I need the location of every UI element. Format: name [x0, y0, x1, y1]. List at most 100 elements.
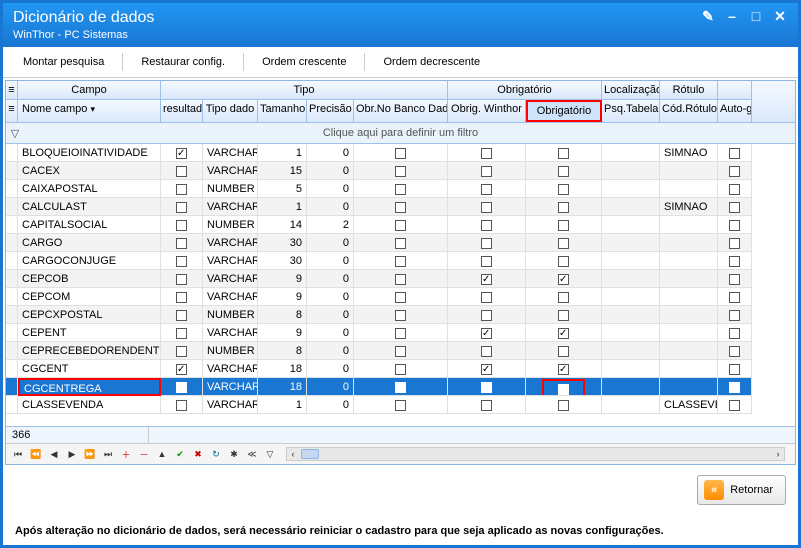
cell[interactable] [354, 378, 448, 396]
cell[interactable] [718, 396, 752, 414]
cell[interactable]: 14 [258, 216, 307, 234]
table-row[interactable]: CGCENTVARCHAR180 [6, 360, 795, 378]
cell[interactable]: CACEX [18, 162, 161, 180]
cell[interactable] [718, 216, 752, 234]
col-psq-tabela[interactable]: Psq.Tabela [602, 100, 660, 122]
cell[interactable]: 0 [307, 198, 354, 216]
cell[interactable] [448, 198, 526, 216]
cell[interactable] [526, 342, 602, 360]
cell[interactable] [6, 324, 18, 342]
cell[interactable] [161, 144, 203, 162]
cell[interactable] [718, 360, 752, 378]
cell[interactable] [6, 144, 18, 162]
nav-post-icon[interactable]: ✔ [172, 446, 188, 462]
cell[interactable] [660, 180, 718, 198]
cell[interactable] [526, 216, 602, 234]
cell[interactable]: 8 [258, 306, 307, 324]
table-row[interactable]: CEPCXPOSTALNUMBER80 [6, 306, 795, 324]
retornar-button[interactable]: « Retornar [697, 475, 786, 505]
cell[interactable]: 9 [258, 324, 307, 342]
cell[interactable]: CEPRECEBEDORENDENT [18, 342, 161, 360]
cell[interactable] [526, 180, 602, 198]
col-obr-banco[interactable]: Obr.No Banco Dados [354, 100, 448, 122]
group-header-campo[interactable]: Campo [18, 81, 161, 100]
cell[interactable]: 0 [307, 360, 354, 378]
cell[interactable] [161, 198, 203, 216]
cell[interactable] [448, 324, 526, 342]
cell[interactable]: 0 [307, 288, 354, 306]
cell[interactable] [354, 144, 448, 162]
cell[interactable] [718, 288, 752, 306]
table-row[interactable]: CEPCOMVARCHAR90 [6, 288, 795, 306]
cell[interactable]: BLOQUEIOINATIVIDADE [18, 144, 161, 162]
montar-pesquisa-button[interactable]: Montar pesquisa [13, 53, 114, 71]
cell[interactable] [161, 378, 203, 396]
nav-refresh-icon[interactable]: ↻ [208, 446, 224, 462]
cell[interactable] [660, 360, 718, 378]
cell[interactable] [6, 234, 18, 252]
cell[interactable] [602, 270, 660, 288]
cell[interactable]: VARCHAR [203, 360, 258, 378]
cell[interactable] [718, 198, 752, 216]
cell[interactable]: 0 [307, 144, 354, 162]
cell[interactable]: CARGOCONJUGE [18, 252, 161, 270]
group-header-rotulo[interactable]: Rótulo [660, 81, 718, 100]
cell[interactable]: VARCHAR [203, 234, 258, 252]
cell[interactable] [6, 288, 18, 306]
cell[interactable]: 0 [307, 270, 354, 288]
cell[interactable] [161, 360, 203, 378]
cell[interactable] [660, 216, 718, 234]
cell[interactable] [448, 180, 526, 198]
nav-prev-icon[interactable]: ◀ [46, 446, 62, 462]
edit-icon[interactable]: ✎ [700, 9, 716, 25]
cell[interactable] [354, 198, 448, 216]
cell[interactable]: 1 [258, 396, 307, 414]
cell[interactable]: VARCHAR [203, 396, 258, 414]
ordem-decrescente-button[interactable]: Ordem decrescente [373, 53, 490, 71]
cell[interactable]: CLASSEVENDA [18, 396, 161, 414]
restaurar-config-button[interactable]: Restaurar config. [131, 53, 235, 71]
cell[interactable] [526, 306, 602, 324]
cell[interactable] [354, 342, 448, 360]
cell[interactable] [448, 144, 526, 162]
cell[interactable]: 18 [258, 360, 307, 378]
table-row[interactable]: CARGOVARCHAR300 [6, 234, 795, 252]
cell[interactable] [6, 270, 18, 288]
col-obrigatorio[interactable]: Obrigatório [526, 100, 602, 122]
nav-bookmark-icon[interactable]: ✱ [226, 446, 242, 462]
cell[interactable] [354, 216, 448, 234]
cell[interactable] [161, 270, 203, 288]
cell[interactable]: CGCENTREGA [18, 378, 161, 396]
cell[interactable] [448, 396, 526, 414]
cell[interactable] [448, 234, 526, 252]
cell[interactable] [354, 234, 448, 252]
col-indicator[interactable]: ≡ [6, 100, 18, 122]
table-row[interactable]: CAPITALSOCIALNUMBER142 [6, 216, 795, 234]
cell[interactable] [718, 180, 752, 198]
cell[interactable] [660, 270, 718, 288]
cell[interactable]: 0 [307, 234, 354, 252]
cell[interactable] [6, 180, 18, 198]
table-row[interactable]: CEPENTVARCHAR90 [6, 324, 795, 342]
cell[interactable] [6, 342, 18, 360]
cell[interactable] [526, 234, 602, 252]
group-header-tipo[interactable]: Tipo [161, 81, 448, 100]
cell[interactable] [161, 396, 203, 414]
cell[interactable] [6, 306, 18, 324]
cell[interactable]: CAPITALSOCIAL [18, 216, 161, 234]
table-row[interactable]: CGCENTREGAVARCHAR180 [6, 378, 795, 396]
cell[interactable] [354, 162, 448, 180]
cell[interactable] [448, 342, 526, 360]
cell[interactable] [6, 198, 18, 216]
cell[interactable]: 9 [258, 270, 307, 288]
cell[interactable]: VARCHAR [203, 162, 258, 180]
cell[interactable] [6, 396, 18, 414]
cell[interactable] [718, 270, 752, 288]
cell[interactable] [602, 252, 660, 270]
cell[interactable] [161, 324, 203, 342]
cell[interactable]: 0 [307, 324, 354, 342]
table-row[interactable]: BLOQUEIOINATIVIDADEVARCHAR10SIMNAO [6, 144, 795, 162]
cell[interactable] [602, 198, 660, 216]
cell[interactable]: 0 [307, 252, 354, 270]
cell[interactable]: 0 [307, 378, 354, 396]
